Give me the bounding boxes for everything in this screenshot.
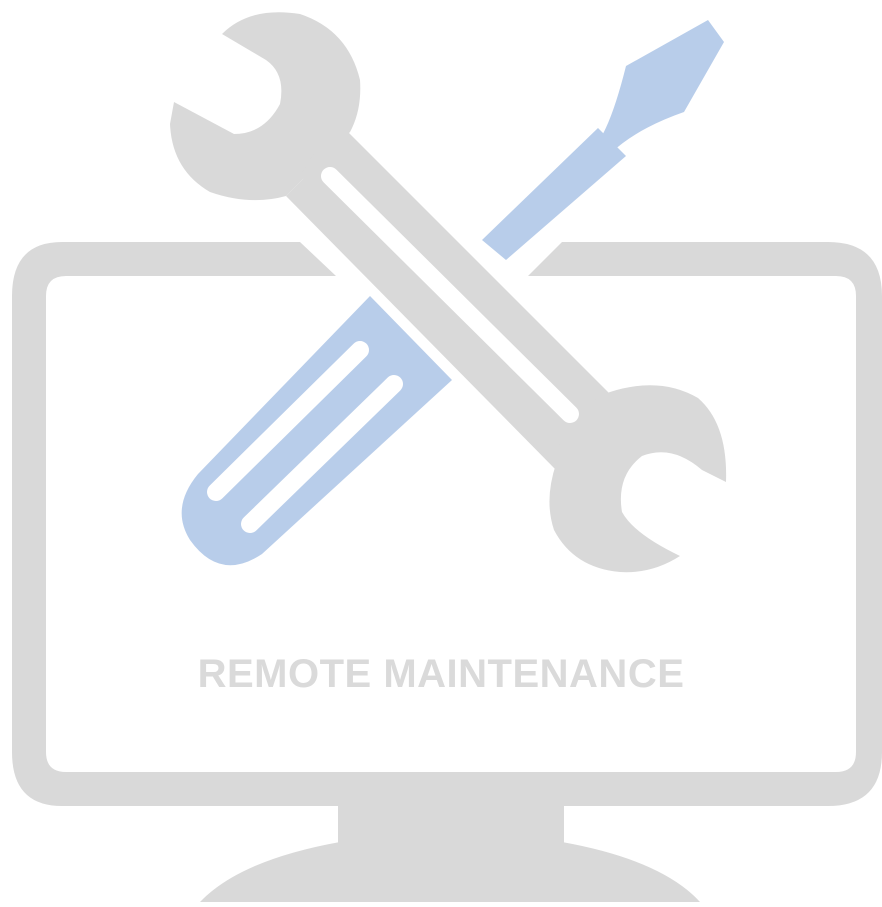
remote-maintenance-caption: REMOTE MAINTENANCE bbox=[197, 652, 685, 696]
remote-maintenance-illustration bbox=[0, 0, 882, 902]
